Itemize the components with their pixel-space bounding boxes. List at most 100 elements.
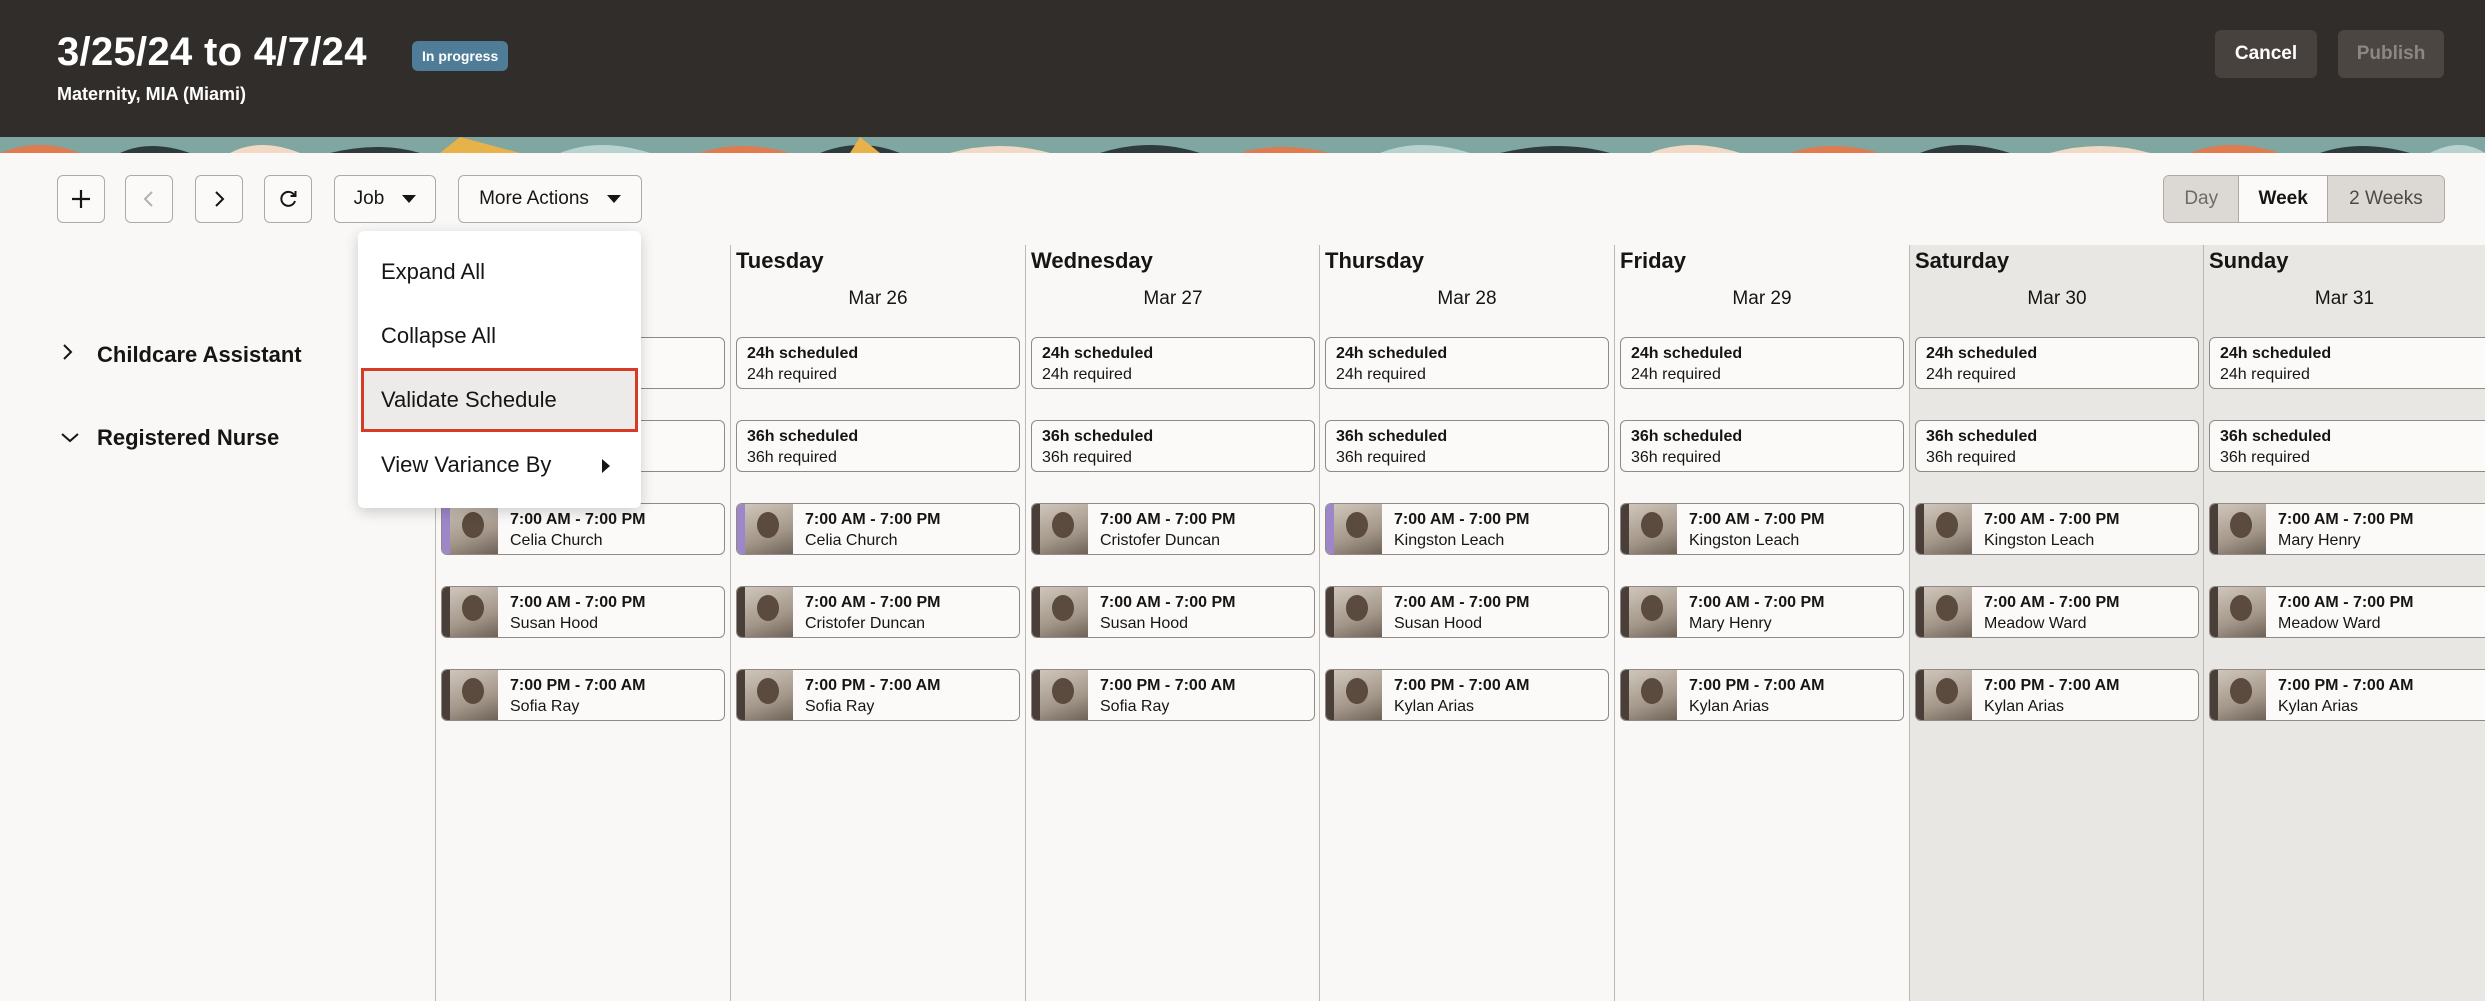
view-toggle: Day Week 2 Weeks xyxy=(2163,175,2445,223)
publish-button[interactable]: Publish xyxy=(2338,30,2444,78)
cancel-button[interactable]: Cancel xyxy=(2215,30,2317,78)
next-button[interactable] xyxy=(195,175,243,223)
shift-color-strip xyxy=(737,587,745,637)
job-dropdown[interactable]: Job xyxy=(334,175,436,223)
avatar xyxy=(1040,504,1088,554)
shift-card[interactable]: 7:00 PM - 7:00 AM Kylan Arias xyxy=(1325,669,1609,721)
shift-details: 7:00 AM - 7:00 PM Cristofer Duncan xyxy=(1088,504,1247,554)
scheduled-hours: 24h scheduled xyxy=(1631,345,1743,362)
shift-card[interactable]: 7:00 AM - 7:00 PM Cristofer Duncan xyxy=(1031,503,1315,555)
row-childcare-assistant[interactable]: Childcare Assistant xyxy=(60,342,302,368)
row-registered-nurse[interactable]: Registered Nurse xyxy=(60,425,279,451)
shift-details: 7:00 AM - 7:00 PM Susan Hood xyxy=(498,587,657,637)
add-button[interactable] xyxy=(57,175,105,223)
childcare-coverage-card[interactable]: 24h scheduled 24h required xyxy=(1325,337,1609,389)
shift-card[interactable]: 7:00 AM - 7:00 PM Meadow Ward xyxy=(2209,586,2485,638)
childcare-coverage-card[interactable]: 24h scheduled 24h required xyxy=(1915,337,2199,389)
shift-card[interactable]: 7:00 PM - 7:00 AM Kylan Arias xyxy=(1620,669,1904,721)
chevron-right-icon xyxy=(215,191,225,207)
childcare-coverage-card[interactable]: 24h scheduled 24h required xyxy=(1620,337,1904,389)
chevron-right-icon xyxy=(60,343,82,367)
avatar xyxy=(745,670,793,720)
shift-details: 7:00 PM - 7:00 AM Kylan Arias xyxy=(1972,670,2131,720)
nurse-coverage-card[interactable]: 36h scheduled 36h required xyxy=(1620,420,1904,472)
more-actions-label: More Actions xyxy=(479,188,589,209)
menu-item-view-variance-by[interactable]: View Variance By xyxy=(361,435,638,495)
view-week-button[interactable]: Week xyxy=(2239,176,2328,222)
childcare-coverage-card[interactable]: 24h scheduled 24h required xyxy=(2209,337,2485,389)
row-label-text: Childcare Assistant xyxy=(97,342,302,367)
avatar xyxy=(450,504,498,554)
childcare-coverage-card[interactable]: 24h scheduled 24h required xyxy=(736,337,1020,389)
shift-card[interactable]: 7:00 AM - 7:00 PM Susan Hood xyxy=(441,586,725,638)
childcare-coverage-card[interactable]: 24h scheduled 24h required xyxy=(1031,337,1315,389)
previous-button[interactable] xyxy=(125,175,173,223)
shift-time: 7:00 AM - 7:00 PM xyxy=(805,594,941,611)
nurse-coverage-card[interactable]: 36h scheduled 36h required xyxy=(736,420,1020,472)
shift-card[interactable]: 7:00 AM - 7:00 PM Cristofer Duncan xyxy=(736,586,1020,638)
shift-card[interactable]: 7:00 AM - 7:00 PM Kingston Leach xyxy=(1620,503,1904,555)
shift-color-strip xyxy=(1621,504,1629,554)
shift-card[interactable]: 7:00 AM - 7:00 PM Celia Church xyxy=(736,503,1020,555)
nurse-coverage-card[interactable]: 36h scheduled 36h required xyxy=(1915,420,2199,472)
menu-item-validate-schedule[interactable]: Validate Schedule xyxy=(361,368,638,432)
menu-item-collapse-all[interactable]: Collapse All xyxy=(361,306,638,366)
employee-name: Celia Church xyxy=(510,532,603,549)
more-actions-dropdown[interactable]: More Actions xyxy=(458,175,642,223)
employee-name: Susan Hood xyxy=(510,615,599,632)
day-column: Wednesday Mar 27 24h scheduled 24h required… xyxy=(1025,245,1320,1001)
shift-card[interactable]: 7:00 AM - 7:00 PM Susan Hood xyxy=(1325,586,1609,638)
shift-card[interactable]: 7:00 AM - 7:00 PM Kingston Leach xyxy=(1915,503,2199,555)
required-hours: 36h required xyxy=(747,449,837,466)
shift-time: 7:00 AM - 7:00 PM xyxy=(2278,594,2414,611)
employee-name: Kingston Leach xyxy=(1689,532,1800,549)
job-dropdown-label: Job xyxy=(353,188,385,209)
shift-card[interactable]: 7:00 PM - 7:00 AM Kylan Arias xyxy=(2209,669,2485,721)
day-date: Mar 29 xyxy=(1732,288,1792,309)
shift-color-strip xyxy=(442,587,450,637)
day-column: Tuesday Mar 26 24h scheduled 24h required 36… xyxy=(730,245,1025,1001)
day-date: Mar 31 xyxy=(2314,288,2375,309)
avatar xyxy=(1334,587,1382,637)
shift-card[interactable]: 7:00 AM - 7:00 PM Meadow Ward xyxy=(1915,586,2199,638)
employee-name: Cristofer Duncan xyxy=(1100,532,1221,549)
shift-card[interactable]: 7:00 AM - 7:00 PM Susan Hood xyxy=(1031,586,1315,638)
shift-card[interactable]: 7:00 PM - 7:00 AM Sofia Ray xyxy=(736,669,1020,721)
required-hours: 36h required xyxy=(1042,449,1132,466)
employee-name: Kingston Leach xyxy=(1984,532,2095,549)
refresh-button[interactable] xyxy=(264,175,312,223)
shift-card[interactable]: 7:00 AM - 7:00 PM Kingston Leach xyxy=(1325,503,1609,555)
nurse-coverage-card[interactable]: 36h scheduled 36h required xyxy=(1325,420,1609,472)
shift-details: 7:00 PM - 7:00 AM Kylan Arias xyxy=(2266,670,2425,720)
employee-name: Kingston Leach xyxy=(1394,532,1505,549)
day-column: Thursday Mar 28 24h scheduled 24h required 3… xyxy=(1319,245,1614,1001)
shift-color-strip xyxy=(2210,587,2218,637)
avatar xyxy=(1629,504,1677,554)
view-day-button[interactable]: Day xyxy=(2164,176,2240,222)
shift-card[interactable]: 7:00 AM - 7:00 PM Mary Henry xyxy=(1620,586,1904,638)
shift-time: 7:00 AM - 7:00 PM xyxy=(1689,511,1825,528)
day-column: Friday Mar 29 24h scheduled 24h required 36h… xyxy=(1614,245,1909,1001)
nurse-coverage-card[interactable]: 36h scheduled 36h required xyxy=(1031,420,1315,472)
scheduled-hours: 24h scheduled xyxy=(1042,345,1154,362)
required-hours: 24h required xyxy=(1631,366,1721,383)
shift-card[interactable]: 7:00 AM - 7:00 PM Mary Henry xyxy=(2209,503,2485,555)
day-date: Mar 30 xyxy=(2027,288,2087,309)
avatar xyxy=(1629,587,1677,637)
shift-details: 7:00 PM - 7:00 AM Sofia Ray xyxy=(498,670,657,720)
shift-color-strip xyxy=(1326,504,1334,554)
shift-color-strip xyxy=(1916,504,1924,554)
shift-card[interactable]: 7:00 PM - 7:00 AM Sofia Ray xyxy=(1031,669,1315,721)
plus-icon xyxy=(72,190,90,208)
shift-card[interactable]: 7:00 AM - 7:00 PM Celia Church xyxy=(441,503,725,555)
shift-color-strip xyxy=(442,670,450,720)
required-hours: 24h required xyxy=(747,366,837,383)
shift-details: 7:00 PM - 7:00 AM Kylan Arias xyxy=(1677,670,1836,720)
nurse-coverage-card[interactable]: 36h scheduled 36h required xyxy=(2209,420,2485,472)
shift-time: 7:00 AM - 7:00 PM xyxy=(1100,594,1236,611)
menu-item-expand-all[interactable]: Expand All xyxy=(361,242,638,302)
shift-card[interactable]: 7:00 PM - 7:00 AM Kylan Arias xyxy=(1915,669,2199,721)
view-2weeks-button[interactable]: 2 Weeks xyxy=(2327,176,2444,222)
shift-card[interactable]: 7:00 PM - 7:00 AM Sofia Ray xyxy=(441,669,725,721)
employee-name: Sofia Ray xyxy=(805,698,875,715)
